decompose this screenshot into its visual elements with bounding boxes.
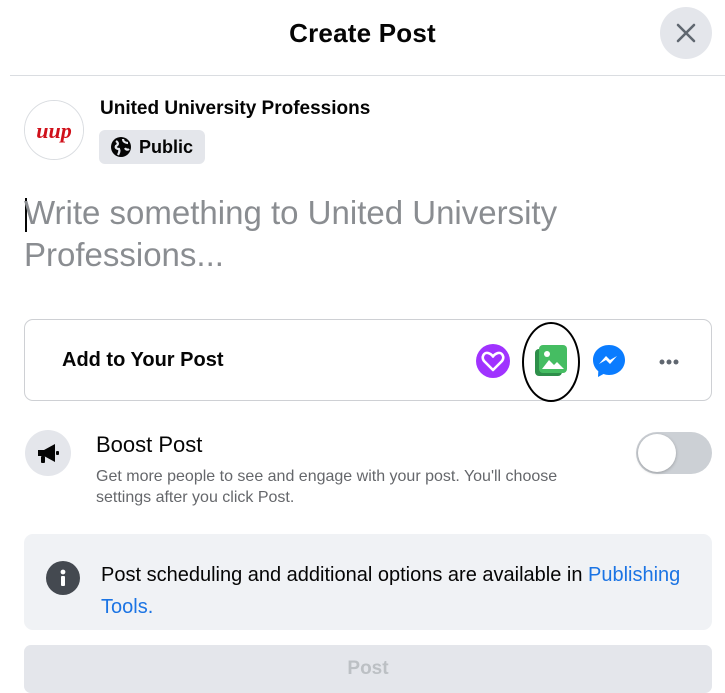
publishing-info-text: Post scheduling and additional options a… [101,559,681,623]
post-button[interactable]: Post [24,645,712,693]
megaphone-icon [38,444,59,463]
add-to-post-label: Add to Your Post [62,349,224,371]
boost-description: Get more people to see and engage with y… [96,468,558,506]
publishing-info-message: Post scheduling and additional options a… [101,564,589,586]
audience-selector[interactable]: Public [99,130,206,164]
boost-icon [25,430,71,476]
dialog-title: Create Post [289,18,436,48]
more-options-button[interactable] [650,342,688,380]
boost-toggle[interactable] [636,432,712,474]
fundraiser-icon [476,344,510,378]
post-text-input[interactable]: Write something to United University Pro… [24,192,664,276]
dialog-header: Create Post [0,0,725,76]
page-name: United University Professions [100,98,371,119]
add-to-post-panel: Add to Your Post [24,319,712,402]
header-divider [10,75,725,76]
toggle-knob [638,434,676,472]
messenger-icon [593,345,625,377]
more-options-icon [659,359,679,365]
photo-video-icon [535,345,567,376]
close-icon [676,23,696,43]
globe-icon [111,137,131,157]
avatar: uup [24,100,84,160]
fundraiser-button[interactable] [474,342,512,380]
avatar-logo-text: uup [36,118,71,143]
info-icon [46,561,80,595]
boost-title: Boost Post [96,432,203,457]
photo-video-button[interactable] [532,342,570,380]
audience-label: Public [139,136,194,157]
messenger-button[interactable] [590,342,628,380]
close-button[interactable] [660,7,712,59]
publishing-info-box: Post scheduling and additional options a… [24,534,712,630]
